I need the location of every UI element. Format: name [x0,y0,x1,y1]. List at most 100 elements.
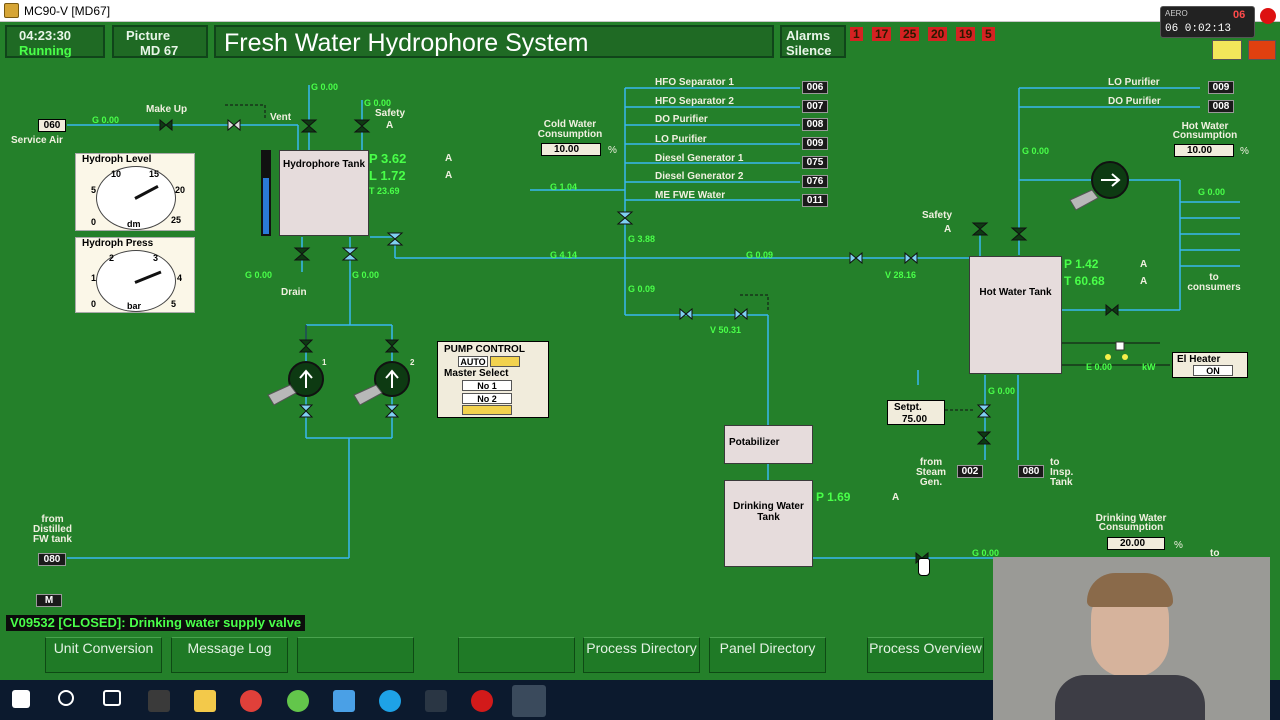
el-heater-state[interactable]: ON [1193,365,1233,376]
consumer-dg2-tag[interactable]: 076 [802,175,828,188]
tank-temp: T 23.69 [369,186,400,196]
gauge-needle [134,270,162,284]
select-no2-button[interactable]: No 2 [462,393,512,404]
drinking-consumption-label: Drinking Water Consumption [1095,513,1167,533]
to-insp-tag[interactable]: 080 [1018,465,1044,478]
task-view-icon[interactable] [103,690,121,706]
outlet-flow: G 0.00 [352,270,380,280]
service-air-label: Service Air [11,135,63,146]
process-directory-button[interactable]: Process Directory [583,637,700,673]
flow-branch: G 3.88 [628,234,656,244]
drinking-water-tank[interactable]: Drinking Water Tank [724,480,813,567]
drinking-mode: A [892,492,900,503]
chrome-icon[interactable] [240,690,262,712]
lo-purifier-tag[interactable]: 009 [1208,81,1234,94]
app-icon-3[interactable] [333,690,355,712]
consumer-hfo2-tag[interactable]: 007 [802,100,828,113]
app-icon-2[interactable] [287,690,309,712]
pump-control-panel: PUMP CONTROL AUTO Master Select No 1 No … [437,341,549,418]
heater-unit: kW [1142,362,1156,372]
from-steam-label: from Steam Gen. [915,457,946,488]
setpoint-value: 75.00 [902,414,928,425]
from-steam-tag[interactable]: 002 [957,465,983,478]
flow-hot: G 0.09 [746,250,774,260]
steam-flow: G 0.00 [988,386,1016,396]
service-air-tag[interactable]: 060 [38,119,66,132]
drinking-consumption-setpoint[interactable]: 20.00 [1107,537,1165,550]
consumer-do-tag[interactable]: 008 [802,118,828,131]
tank-level: L 1.72 [369,168,406,183]
process-overview-button[interactable]: Process Overview [867,637,984,673]
skype-icon[interactable] [379,690,401,712]
drinking-pressure: P 1.69 [816,490,851,504]
cold-water-setpoint[interactable]: 10.00 [541,143,601,156]
drinking-consumption-unit: % [1174,540,1183,551]
m-tag[interactable]: M [36,594,62,607]
webcam-shirt [1055,675,1205,720]
search-icon[interactable] [58,690,74,706]
empty-button-1[interactable] [297,637,414,673]
hydroph-press-dial: 0 1 2 3 4 5 bar [91,250,182,312]
pump-1[interactable] [290,362,324,396]
pump-2[interactable] [376,362,410,396]
hydroph-press-gauge: Hydroph Press 0 1 2 3 4 5 bar [75,237,195,313]
auto-button[interactable]: AUTO [458,356,488,367]
hot-flow-top: G 0.00 [1022,146,1050,156]
consumer-do: DO Purifier [655,114,708,125]
consumer-hfo2: HFO Separator 2 [655,96,734,107]
consumer-me-fwe-tag[interactable]: 011 [802,194,828,207]
tank-mode-2: A [445,170,453,181]
to-consumers-label: to consumers [1187,272,1241,293]
empty-button-2[interactable] [458,637,575,673]
unit-conversion-button[interactable]: Unit Conversion [45,637,162,673]
gauge-needle [134,184,159,200]
heater-power: E 0.00 [1086,362,1113,372]
windows-start-icon[interactable] [12,690,30,708]
hot-water-setpoint[interactable]: 10.00 [1174,144,1234,157]
hot-water-tank[interactable]: Hot Water Tank [969,256,1062,374]
valve-v2: V 28.16 [885,270,917,280]
panel-directory-button[interactable]: Panel Directory [709,637,826,673]
setpoint-box[interactable]: Setpt. 75.00 [887,400,945,425]
simulator-app-icon[interactable] [512,685,546,717]
lo-purifier-label: LO Purifier [1108,77,1160,88]
from-distilled-label: from Distilled FW tank [33,514,72,545]
hot-tank-temp: T 60.68 [1064,274,1105,288]
make-up-label: Make Up [146,104,188,115]
app-icon-1[interactable] [148,690,170,712]
status-message: V09532 [CLOSED]: Drinking water supply v… [6,615,306,631]
consumer-hfo1-tag[interactable]: 006 [802,81,828,94]
consumer-dg1: Diesel Generator 1 [655,153,744,164]
hydroph-press-title: Hydroph Press [82,238,154,249]
file-explorer-icon[interactable] [194,690,216,712]
hand-cursor-icon [918,558,930,576]
vent-label: Vent [270,112,292,123]
cold-water-unit: % [608,145,617,156]
select-no1-button[interactable]: No 1 [462,380,512,391]
consumer-hfo1: HFO Separator 1 [655,77,734,88]
consumer-lo-tag[interactable]: 009 [802,137,828,150]
potabilizer[interactable]: Potabilizer [724,425,813,464]
consumer-dg1-tag[interactable]: 075 [802,156,828,169]
hot-tank-pressure: P 1.42 [1064,257,1099,271]
from-distilled-tag[interactable]: 080 [38,553,66,566]
lightroom-icon[interactable] [425,690,447,712]
hydroph-press-unit: bar [127,301,142,311]
el-heater-box[interactable]: El Heater ON [1172,352,1248,378]
webcam-overlay [993,557,1270,720]
pump2-label: 2 [410,358,415,367]
do-purifier-tag[interactable]: 008 [1208,100,1234,113]
hydroph-level-gauge: Hydroph Level 0 5 10 15 20 25 dm [75,153,195,231]
hot-water-label: Hot Water Consumption [1172,121,1238,141]
consumer-lo: LO Purifier [655,134,707,145]
consumer-me-fwe: ME FWE Water [655,190,726,201]
vent-flow: G 0.00 [311,82,339,92]
valve-v1: V 50.31 [710,325,742,335]
master-select-label: Master Select [444,368,509,379]
hot-safety-mode: A [944,224,952,235]
hydrophore-tank[interactable]: Hydrophore Tank [279,150,369,236]
message-log-button[interactable]: Message Log [171,637,288,673]
drain-label: Drain [281,287,307,298]
record-app-icon[interactable] [471,690,493,712]
el-heater-label: El Heater [1177,354,1221,365]
